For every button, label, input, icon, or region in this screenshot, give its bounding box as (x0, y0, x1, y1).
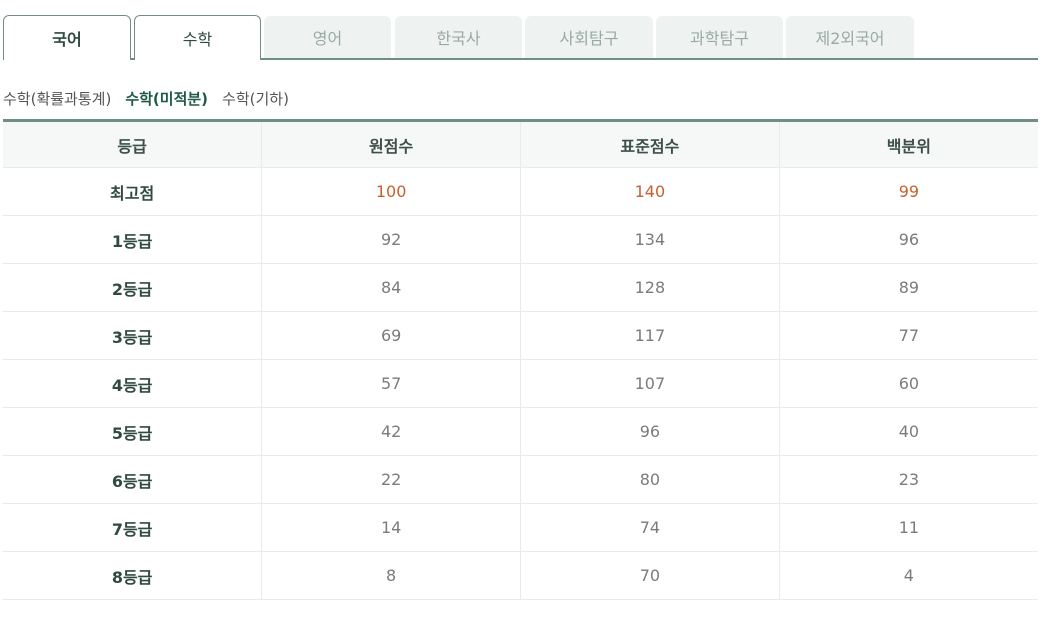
cell-grade: 3등급 (3, 311, 262, 360)
cell-percentile: 4 (778, 551, 1038, 600)
cell-standard-score: 107 (520, 359, 780, 408)
cell-percentile: 40 (778, 407, 1038, 456)
cell-raw-score: 100 (261, 167, 521, 216)
math-subtabs: 수학(확률과통계) 수학(미적분) 수학(기하) (3, 86, 289, 110)
table-header-row: 등급 원점수 표준점수 백분위 (3, 122, 1038, 168)
cell-standard-score: 74 (520, 503, 780, 552)
cell-percentile: 60 (778, 359, 1038, 408)
cell-standard-score: 117 (520, 311, 780, 360)
cell-standard-score: 134 (520, 215, 780, 264)
cell-raw-score: 14 (261, 503, 521, 552)
subject-tabs: 국어 수학 영어 한국사 사회탐구 과학탐구 제2외국어 (3, 15, 1038, 60)
tab-science[interactable]: 과학탐구 (656, 16, 783, 58)
cell-standard-score: 140 (520, 167, 780, 216)
cell-percentile: 96 (778, 215, 1038, 264)
table-row: 2등급 84 128 89 (3, 263, 1038, 312)
cell-standard-score: 128 (520, 263, 780, 312)
table-row: 8등급 8 70 4 (3, 551, 1038, 600)
header-percentile: 백분위 (778, 122, 1038, 168)
grade-cut-table: 등급 원점수 표준점수 백분위 최고점 100 140 99 1등급 92 134 96 2등급… (3, 119, 1038, 600)
cell-raw-score: 84 (261, 263, 521, 312)
cell-grade: 6등급 (3, 455, 262, 504)
cell-raw-score: 92 (261, 215, 521, 264)
cell-raw-score: 69 (261, 311, 521, 360)
cell-percentile: 77 (778, 311, 1038, 360)
cell-grade: 1등급 (3, 215, 262, 264)
table-row: 7등급 14 74 11 (3, 503, 1038, 552)
table-row: 6등급 22 80 23 (3, 455, 1038, 504)
table-row: 5등급 42 96 40 (3, 407, 1038, 456)
cell-grade: 7등급 (3, 503, 262, 552)
cell-standard-score: 70 (520, 551, 780, 600)
cell-percentile: 11 (778, 503, 1038, 552)
tab-english[interactable]: 영어 (264, 16, 391, 58)
cell-percentile: 99 (778, 167, 1038, 216)
header-standard-score: 표준점수 (520, 122, 780, 168)
tab-korean[interactable]: 국어 (3, 15, 131, 60)
header-grade: 등급 (3, 122, 262, 168)
cell-grade: 5등급 (3, 407, 262, 456)
cell-standard-score: 96 (520, 407, 780, 456)
cell-raw-score: 8 (261, 551, 521, 600)
cell-raw-score: 42 (261, 407, 521, 456)
cell-percentile: 23 (778, 455, 1038, 504)
cell-raw-score: 57 (261, 359, 521, 408)
cell-standard-score: 80 (520, 455, 780, 504)
tab-second-language[interactable]: 제2외국어 (786, 16, 914, 58)
tab-korean-history[interactable]: 한국사 (395, 16, 522, 58)
table-row: 4등급 57 107 60 (3, 359, 1038, 408)
tab-math[interactable]: 수학 (134, 15, 261, 60)
cell-percentile: 89 (778, 263, 1038, 312)
cell-grade: 2등급 (3, 263, 262, 312)
table-row: 3등급 69 117 77 (3, 311, 1038, 360)
cell-raw-score: 22 (261, 455, 521, 504)
table-row: 최고점 100 140 99 (3, 167, 1038, 216)
table-row: 1등급 92 134 96 (3, 215, 1038, 264)
subtab-geometry[interactable]: 수학(기하) (222, 88, 289, 109)
cell-grade: 4등급 (3, 359, 262, 408)
cell-grade: 8등급 (3, 551, 262, 600)
header-raw-score: 원점수 (261, 122, 521, 168)
subtab-calculus[interactable]: 수학(미적분) (125, 88, 208, 109)
subtab-prob-stats[interactable]: 수학(확률과통계) (3, 88, 111, 109)
tab-social-studies[interactable]: 사회탐구 (525, 16, 653, 58)
cell-grade: 최고점 (3, 167, 262, 216)
